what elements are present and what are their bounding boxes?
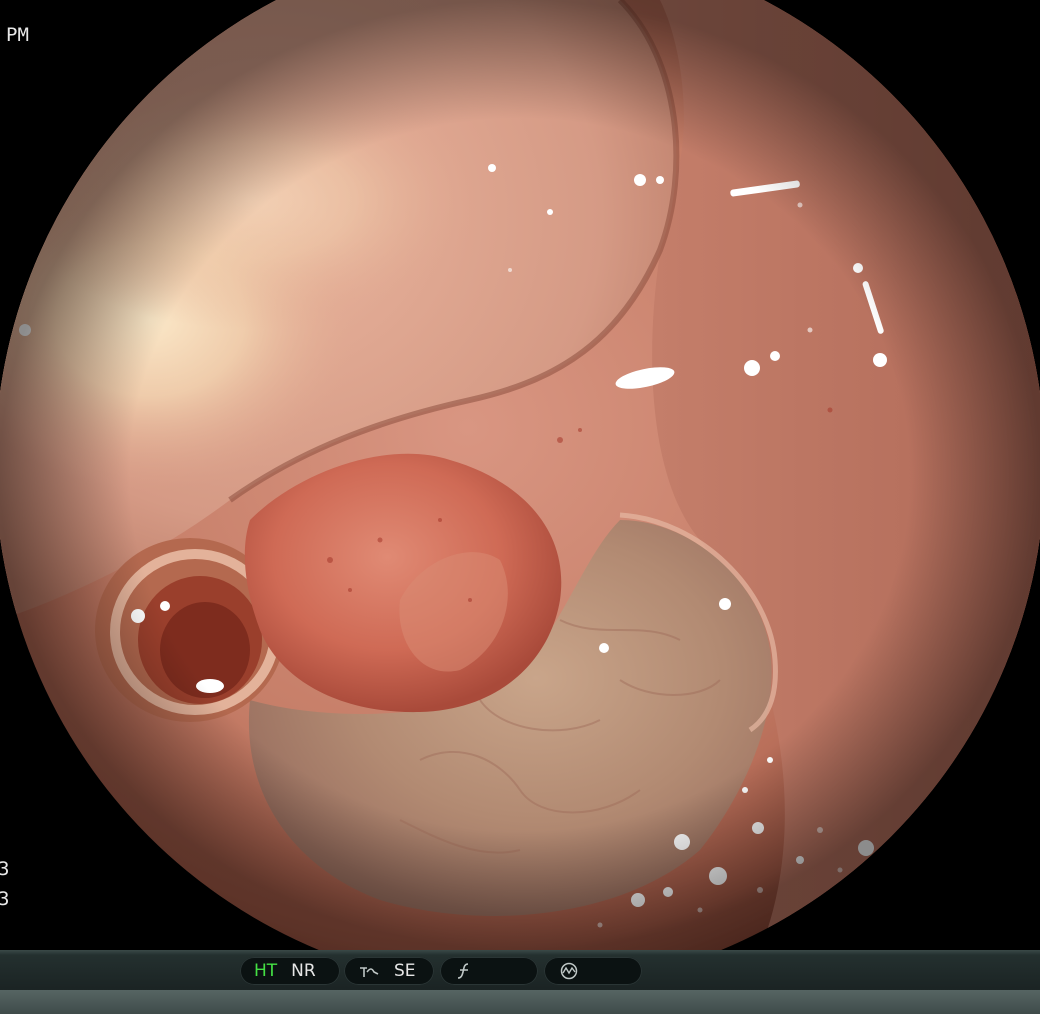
circle-wave-indicator (544, 957, 642, 985)
edge-digit-bottom: 3 (0, 888, 10, 910)
endoscopic-image (0, 0, 1040, 950)
se-indicator: SE (394, 961, 416, 981)
ht-nr-indicator: HT NR (240, 957, 340, 985)
f-indicator (440, 957, 538, 985)
structure-enhance-icon (360, 967, 379, 977)
nr-indicator: NR (291, 961, 316, 981)
circle-wave-icon (560, 962, 578, 980)
structure-se-indicator: SE (344, 957, 434, 985)
endoscope-status-bar: HT NR SE (0, 950, 1040, 1014)
edge-digit-top: 3 (0, 858, 10, 880)
ht-indicator: HT (254, 961, 278, 981)
time-suffix-text: PM (6, 24, 29, 46)
endoscope-viewport: PM 3 3 (0, 0, 1040, 950)
f-script-icon (457, 963, 469, 979)
status-bar-lower-strip (0, 990, 1040, 1014)
